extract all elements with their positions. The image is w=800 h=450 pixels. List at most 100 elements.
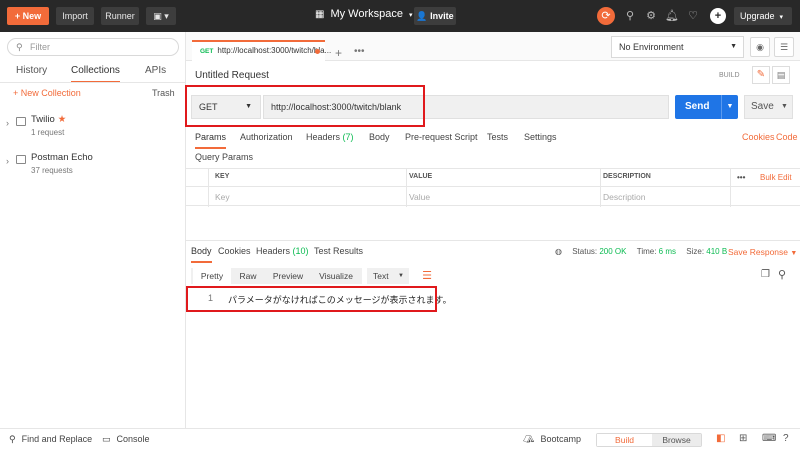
search-icon[interactable]: ⚲ xyxy=(778,268,786,281)
help-icon[interactable]: ? xyxy=(783,433,789,444)
sync-icon[interactable]: ⟳ xyxy=(597,7,615,25)
more-tabs-icon[interactable]: ••• xyxy=(354,46,365,57)
trash-button[interactable]: Trash xyxy=(152,88,175,98)
query-params-title: Query Params xyxy=(195,152,254,162)
wrap-lines-icon[interactable]: ☰ xyxy=(418,267,436,285)
sliders-icon[interactable]: ☰ xyxy=(774,37,794,57)
bell-icon[interactable]: 🔔︎ xyxy=(664,8,680,24)
tab-response-cookies[interactable]: Cookies xyxy=(218,246,251,256)
document-icon[interactable]: ▤ xyxy=(772,66,790,84)
tab-pre-request-script[interactable]: Pre-request Script xyxy=(405,132,478,142)
chevron-down-icon[interactable]: ▼ xyxy=(777,96,792,118)
star-icon[interactable]: ★ xyxy=(58,114,67,125)
invite-button[interactable]: 👤 Invite xyxy=(414,7,456,25)
tab-apis[interactable]: APIs xyxy=(145,65,166,76)
format-pretty[interactable]: Pretty xyxy=(193,268,231,284)
send-button[interactable]: Send ▼ xyxy=(675,95,738,119)
bulk-edit-link[interactable]: Bulk Edit xyxy=(760,173,792,182)
tab-history[interactable]: History xyxy=(16,65,47,76)
tab-response-headers[interactable]: Headers (10) xyxy=(256,246,309,256)
chevron-down-icon: ▼ xyxy=(730,43,737,50)
highlight-box xyxy=(186,286,437,312)
divider xyxy=(186,186,800,187)
code-link[interactable]: Code xyxy=(776,132,798,142)
params-table: KEY VALUE DESCRIPTION ••• Bulk Edit Key … xyxy=(186,168,800,207)
format-raw[interactable]: Raw xyxy=(234,268,262,284)
environment-select[interactable]: No Environment ▼ xyxy=(611,36,744,58)
chevron-down-icon: ▾ xyxy=(409,12,413,19)
plus-icon: + xyxy=(14,11,23,21)
chevron-right-icon[interactable]: › xyxy=(6,156,9,166)
new-collection-button[interactable]: + New Collection xyxy=(13,88,81,98)
build-mode-button[interactable]: Build xyxy=(597,434,652,446)
two-pane-icon[interactable]: ◧ xyxy=(716,433,725,444)
browse-mode-button[interactable]: Browse xyxy=(652,434,701,446)
chevron-down-icon[interactable]: ▼ xyxy=(721,95,738,119)
runner-button[interactable]: Runner xyxy=(101,7,139,25)
sidebar: ⚲ Filter History Collections APIs + New … xyxy=(0,32,186,428)
find-replace-button[interactable]: ⚲ Find and Replace xyxy=(9,434,92,445)
layout-grid-icon[interactable]: ⊞ xyxy=(739,433,747,444)
tab-body[interactable]: Body xyxy=(369,132,390,142)
highlight-box xyxy=(185,85,425,127)
folder-icon xyxy=(16,155,26,164)
tab-headers[interactable]: Headers (7) xyxy=(306,132,354,142)
collection-item[interactable]: › Twilio ★ 1 request xyxy=(0,112,186,142)
layout-menu-button[interactable]: ▣ ▾ xyxy=(146,7,176,25)
save-button[interactable]: Save ▼ xyxy=(744,95,793,119)
console-button[interactable]: ▭ Console xyxy=(102,434,150,445)
more-options-icon[interactable]: ••• xyxy=(737,173,745,182)
description-input[interactable]: Description xyxy=(603,192,646,202)
save-response-button[interactable]: Save Response ▼ xyxy=(728,247,797,257)
request-tab[interactable]: GET http://localhost:3000/twitch/bla... xyxy=(192,40,331,61)
satellite-icon[interactable]: ⚲ xyxy=(622,8,638,24)
response-type-select[interactable]: Text ▼ xyxy=(367,268,409,284)
bootcamp-icon: ⛺︎ xyxy=(523,434,535,444)
grid-icon: ▦ xyxy=(315,9,325,20)
workspace-selector[interactable]: ▦ My Workspace ▾ xyxy=(315,8,413,20)
add-circle-icon[interactable]: + xyxy=(710,8,726,24)
tab-params[interactable]: Params xyxy=(195,132,227,149)
upgrade-button[interactable]: Upgrade ▾ xyxy=(734,7,792,25)
divider xyxy=(0,82,186,83)
cookies-link[interactable]: Cookies xyxy=(742,132,775,142)
divider xyxy=(600,169,601,207)
divider xyxy=(186,240,800,241)
add-user-icon: 👤 xyxy=(416,11,431,21)
column-header-description: DESCRIPTION xyxy=(603,173,651,180)
heart-icon[interactable]: ♡ xyxy=(685,8,701,24)
new-button[interactable]: + New xyxy=(7,7,49,25)
request-title[interactable]: Untitled Request xyxy=(195,70,269,81)
response-time: 6 ms xyxy=(658,247,677,256)
folder-icon xyxy=(16,117,26,126)
search-icon: ⚲ xyxy=(9,434,16,444)
chevron-right-icon[interactable]: › xyxy=(6,118,9,128)
eye-icon[interactable]: ◉ xyxy=(750,37,770,57)
add-tab-icon[interactable]: + xyxy=(335,46,342,60)
copy-icon[interactable]: ❐ xyxy=(761,269,770,280)
chevron-down-icon: ▼ xyxy=(790,250,798,257)
keyboard-icon[interactable]: ⌨ xyxy=(762,433,776,444)
pencil-icon[interactable]: ✎ xyxy=(752,66,770,84)
format-visualize[interactable]: Visualize xyxy=(314,268,358,284)
tab-tests[interactable]: Tests xyxy=(487,132,508,142)
divider xyxy=(208,169,209,207)
key-input[interactable]: Key xyxy=(215,192,230,202)
gear-icon[interactable]: ⚙ xyxy=(643,8,659,24)
bootcamp-button[interactable]: ⛺︎ Bootcamp xyxy=(523,434,581,445)
globe-icon[interactable]: ◍ xyxy=(555,247,562,256)
filter-input[interactable]: ⚲ Filter xyxy=(7,38,179,56)
tab-test-results[interactable]: Test Results xyxy=(314,246,363,256)
collection-item[interactable]: › Postman Echo 37 requests xyxy=(0,150,186,180)
search-icon: ⚲ xyxy=(16,42,23,52)
top-bar: + New Import Runner ▣ ▾ ▦ My Workspace ▾ 👤… xyxy=(0,0,800,32)
chevron-down-icon: ▼ xyxy=(398,273,404,279)
tab-response-body[interactable]: Body xyxy=(191,246,212,263)
tab-settings[interactable]: Settings xyxy=(524,132,557,142)
tab-authorization[interactable]: Authorization xyxy=(240,132,293,142)
value-input[interactable]: Value xyxy=(409,192,430,202)
tab-collections[interactable]: Collections xyxy=(71,65,120,83)
format-preview[interactable]: Preview xyxy=(268,268,308,284)
build-label: BUILD xyxy=(719,72,740,79)
import-button[interactable]: Import xyxy=(56,7,94,25)
